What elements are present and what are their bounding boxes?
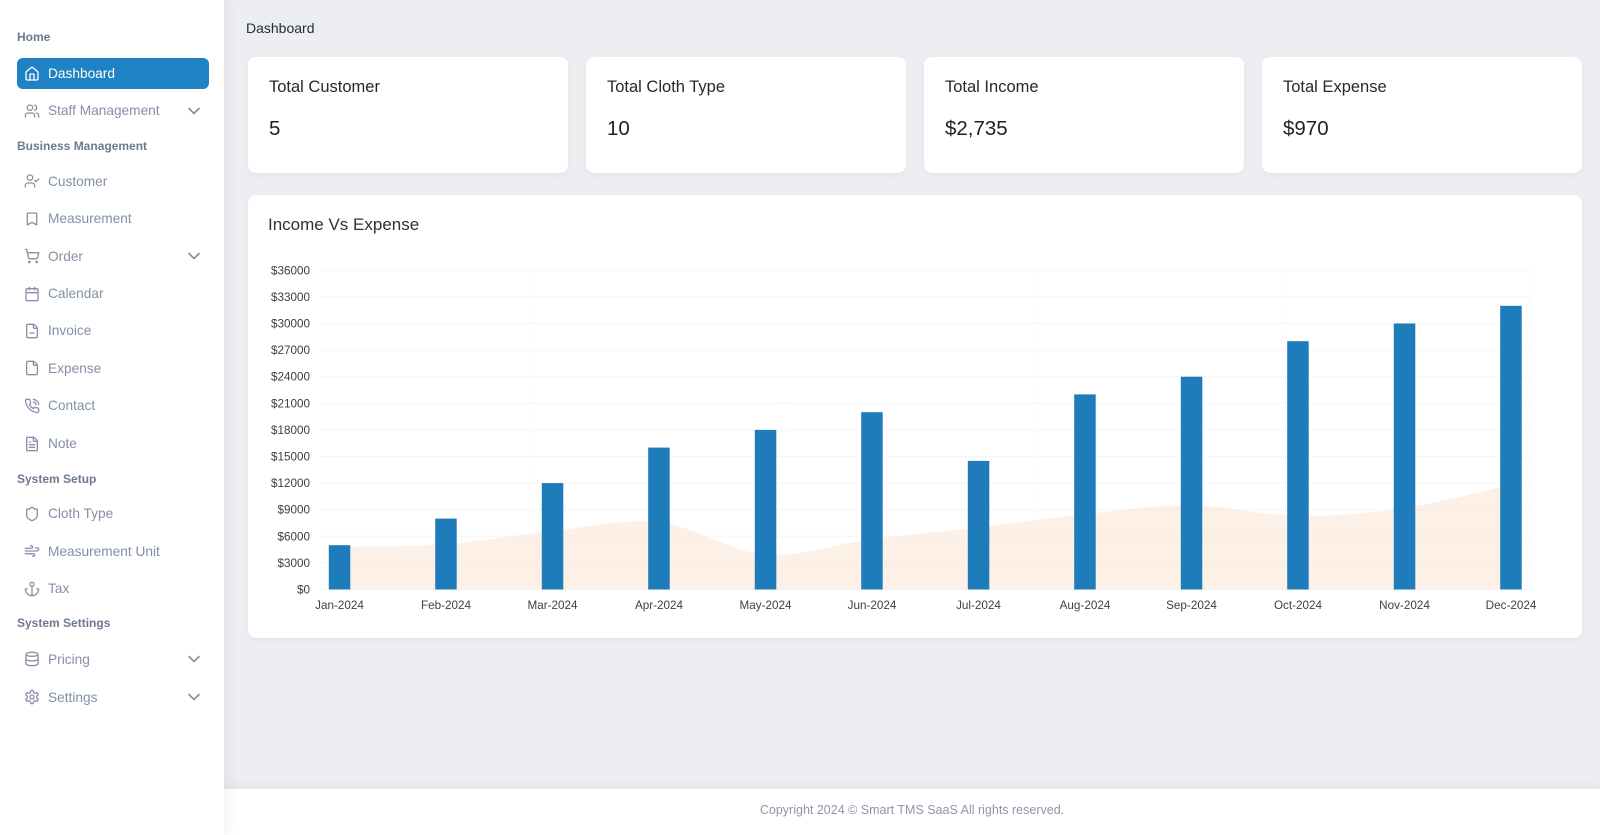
svg-text:Jan-2024: Jan-2024	[315, 599, 364, 612]
svg-text:$27000: $27000	[271, 344, 311, 357]
svg-text:$3000: $3000	[277, 557, 310, 570]
svg-text:Dec-2024: Dec-2024	[1486, 599, 1537, 612]
svg-text:$6000: $6000	[277, 530, 310, 543]
svg-text:$9000: $9000	[277, 504, 310, 517]
svg-text:Sep-2024: Sep-2024	[1166, 599, 1217, 612]
svg-text:Feb-2024: Feb-2024	[421, 599, 472, 612]
svg-text:Aug-2024: Aug-2024	[1060, 599, 1111, 612]
svg-text:$0: $0	[297, 584, 311, 597]
svg-text:$36000: $36000	[271, 264, 311, 277]
svg-text:$12000: $12000	[271, 477, 311, 490]
svg-text:$30000: $30000	[271, 318, 311, 331]
svg-text:$21000: $21000	[271, 397, 311, 410]
svg-text:Jun-2024: Jun-2024	[848, 599, 897, 612]
svg-text:Apr-2024: Apr-2024	[635, 599, 684, 612]
svg-text:Oct-2024: Oct-2024	[1274, 599, 1323, 612]
svg-text:May-2024: May-2024	[740, 599, 792, 612]
svg-text:$18000: $18000	[271, 424, 311, 437]
svg-text:$33000: $33000	[271, 291, 311, 304]
svg-text:$15000: $15000	[271, 451, 311, 464]
svg-text:$24000: $24000	[271, 371, 311, 384]
svg-text:Nov-2024: Nov-2024	[1379, 599, 1430, 612]
svg-text:Jul-2024: Jul-2024	[956, 599, 1001, 612]
svg-text:Mar-2024: Mar-2024	[527, 599, 578, 612]
